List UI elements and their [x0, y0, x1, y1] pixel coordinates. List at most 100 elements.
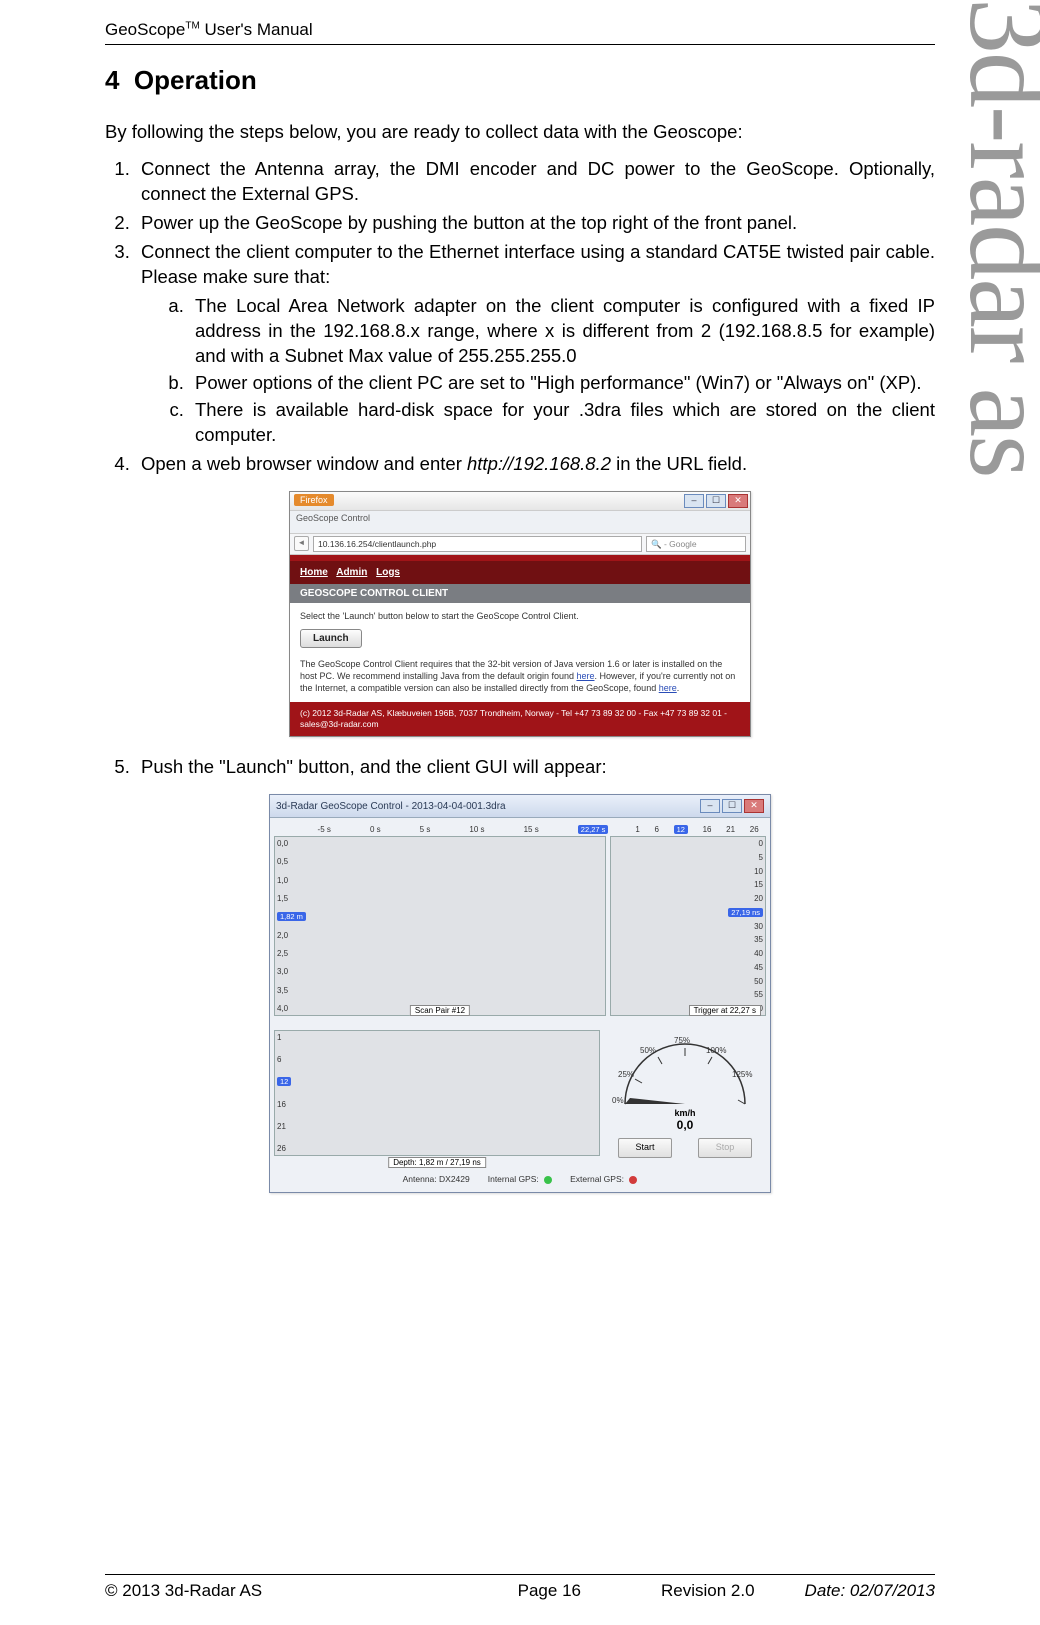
- axis-tick: -5 s: [318, 825, 331, 834]
- gauge-125: 125%: [732, 1070, 752, 1079]
- steps-list-cont: Push the "Launch" button, and the client…: [135, 755, 935, 780]
- req-here-1-link[interactable]: here: [576, 671, 594, 681]
- gui-title-text: 3d-Radar GeoScope Control - 2013-04-04-0…: [276, 801, 506, 812]
- axis-tick: 26: [750, 825, 759, 834]
- speed-panel: 0% 25% 50% 75% 100% 125% km/h 0,0 St: [604, 1030, 766, 1156]
- start-button[interactable]: Start: [618, 1138, 672, 1158]
- status-egps-label: External GPS:: [570, 1174, 624, 1184]
- status-internal-gps: Internal GPS:: [488, 1174, 552, 1184]
- ns-badge[interactable]: 27,19 ns: [728, 908, 763, 917]
- gauge-75: 75%: [674, 1036, 690, 1045]
- y-tick: 55: [728, 990, 763, 999]
- nav-logs-link[interactable]: Logs: [376, 567, 400, 578]
- control-buttons: Start Stop: [618, 1138, 752, 1158]
- gui-row-1: 0,0 0,5 1,0 1,5 1,82 m 2,0 2,5 3,0 3,5 4…: [274, 836, 766, 1016]
- y-tick: 1: [277, 1033, 291, 1042]
- y-tick: 35: [728, 935, 763, 944]
- step-3a: The Local Area Network adapter on the cl…: [189, 294, 935, 369]
- y-tick: 3,5: [277, 986, 306, 995]
- header-product: GeoScope: [105, 20, 185, 39]
- speed-value: 0,0: [677, 1118, 694, 1132]
- y-tick: 21: [277, 1122, 291, 1131]
- header-doc: User's Manual: [200, 20, 313, 39]
- status-external-gps: External GPS:: [570, 1174, 637, 1184]
- gui-titlebar: 3d-Radar GeoScope Control - 2013-04-04-0…: [270, 795, 770, 818]
- y-tick: 15: [728, 880, 763, 889]
- axis-tick: 5 s: [420, 825, 431, 834]
- y-tick: 0: [728, 839, 763, 848]
- step-1: Connect the Antenna array, the DMI encod…: [135, 157, 935, 207]
- channel-badge[interactable]: 12: [674, 825, 688, 834]
- firefox-badge[interactable]: Firefox: [294, 494, 334, 506]
- launch-button[interactable]: Launch: [300, 629, 362, 648]
- y-tick: 5: [728, 853, 763, 862]
- step-4: Open a web browser window and enter http…: [135, 452, 935, 477]
- depth-badge[interactable]: 1,82 m: [277, 912, 306, 921]
- depth-label: Depth: 1,82 m / 27,19 ns: [388, 1157, 486, 1168]
- section-number: 4: [105, 65, 119, 95]
- gui-close-button[interactable]: ✕: [744, 799, 764, 813]
- step-3-sublist: The Local Area Network adapter on the cl…: [189, 294, 935, 448]
- footer-revision: Revision 2.0: [661, 1581, 755, 1601]
- gauge-50: 50%: [640, 1046, 656, 1055]
- radargram-right[interactable]: 0 5 10 15 20 27,19 ns 30 35 40 45 50 55: [610, 836, 766, 1016]
- site-body: Select the 'Launch' button below to star…: [290, 603, 750, 702]
- req-here-2-link[interactable]: here: [659, 683, 677, 693]
- step-3-text: Connect the client computer to the Ether…: [141, 241, 935, 287]
- y-tick: 1,0: [277, 876, 306, 885]
- cscan-plot[interactable]: 1 6 12 16 21 26 Depth: 1,82 m / 27,19 ns: [274, 1030, 600, 1156]
- step-5: Push the "Launch" button, and the client…: [135, 755, 935, 780]
- close-button[interactable]: ✕: [728, 494, 748, 508]
- nav-home-link[interactable]: Home: [300, 567, 328, 578]
- trigger-label: Trigger at 22,27 s: [689, 1005, 761, 1016]
- maximize-button[interactable]: ☐: [706, 494, 726, 508]
- y-tick: 50: [728, 977, 763, 986]
- browser-tabstrip: GeoScope Control: [290, 511, 750, 534]
- gui-figure-wrap: 3d-Radar GeoScope Control - 2013-04-04-0…: [105, 794, 935, 1193]
- gui-row-2: 1 6 12 16 21 26 Depth: 1,82 m / 27,19 ns: [274, 1030, 766, 1156]
- site-navbar: Home Admin Logs: [290, 555, 750, 584]
- radargram-left[interactable]: 0,0 0,5 1,0 1,5 1,82 m 2,0 2,5 3,0 3,5 4…: [274, 836, 606, 1016]
- stop-button[interactable]: Stop: [698, 1138, 752, 1158]
- axis-tick: 21: [726, 825, 735, 834]
- y-tick: 20: [728, 894, 763, 903]
- header-tm: TM: [185, 20, 199, 31]
- minimize-button[interactable]: –: [684, 494, 704, 508]
- cscan-y-labels: 1 6 12 16 21 26: [277, 1031, 291, 1155]
- time-badge[interactable]: 22,27 s: [578, 825, 609, 834]
- requirements-text: The GeoScope Control Client requires tha…: [300, 658, 740, 694]
- right-y-labels: 0 5 10 15 20 27,19 ns 30 35 40 45 50 55: [728, 837, 763, 1015]
- igps-status-icon: [544, 1176, 552, 1184]
- axis-tick: 10 s: [469, 825, 484, 834]
- window-buttons: – ☐ ✕: [684, 494, 748, 508]
- url-input[interactable]: 10.136.16.254/clientlaunch.php: [313, 536, 642, 552]
- gauge-100: 100%: [706, 1046, 726, 1055]
- cscan-badge[interactable]: 12: [277, 1077, 291, 1086]
- page-header: GeoScopeTM User's Manual: [105, 20, 935, 45]
- step-3c: There is available hard-disk space for y…: [189, 398, 935, 448]
- search-input[interactable]: 🔍 - Google: [646, 536, 746, 552]
- status-bar: Antenna: DX2429 Internal GPS: External G…: [274, 1174, 766, 1188]
- y-tick: 0,0: [277, 839, 306, 848]
- browser-titlebar: Firefox – ☐ ✕: [290, 492, 750, 511]
- browser-tab[interactable]: GeoScope Control: [296, 513, 370, 523]
- axis-tick: 15 s: [524, 825, 539, 834]
- req-text-3: .: [677, 683, 680, 693]
- y-tick: 40: [728, 949, 763, 958]
- nav-admin-link[interactable]: Admin: [336, 567, 367, 578]
- footer-date: Date: 02/07/2013: [805, 1581, 935, 1601]
- left-y-labels: 0,0 0,5 1,0 1,5 1,82 m 2,0 2,5 3,0 3,5 4…: [277, 837, 306, 1015]
- browser-window: Firefox – ☐ ✕ GeoScope Control ◄ 10.136.…: [289, 491, 751, 738]
- y-tick: 4,0: [277, 1004, 306, 1013]
- gui-body: -5 s 0 s 5 s 10 s 15 s 22,27 s 1 6 12 16…: [270, 818, 770, 1192]
- y-tick: 0,5: [277, 857, 306, 866]
- gui-maximize-button[interactable]: ☐: [722, 799, 742, 813]
- gui-minimize-button[interactable]: –: [700, 799, 720, 813]
- watermark-text: 3d-radar as: [943, 0, 1040, 477]
- footer-copyright: © 2013 3d-Radar AS: [105, 1581, 518, 1601]
- speed-gauge: 0% 25% 50% 75% 100% 125%: [610, 1034, 760, 1112]
- step-4-pre: Open a web browser window and enter: [141, 453, 467, 474]
- nav-back-button[interactable]: ◄: [294, 536, 309, 551]
- y-tick: 26: [277, 1144, 291, 1153]
- y-tick: 45: [728, 963, 763, 972]
